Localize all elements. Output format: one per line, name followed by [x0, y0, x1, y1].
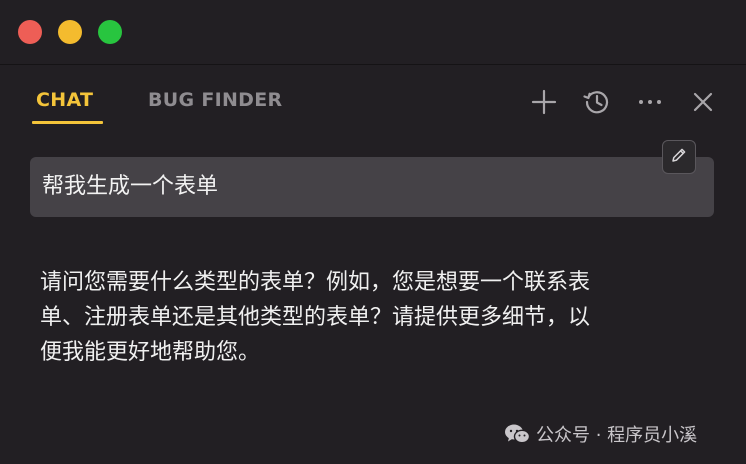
user-message-text: 帮我生成一个表单 — [42, 174, 219, 199]
user-message-box[interactable]: 帮我生成一个表单 — [30, 157, 714, 217]
history-icon[interactable] — [582, 87, 612, 117]
tab-chat[interactable]: CHAT — [36, 89, 93, 111]
tab-bar: CHAT BUG FINDER — [0, 65, 746, 127]
assistant-response: 请问您需要什么类型的表单？例如，您是想要一个联系表 单、注册表单还是其他类型的表… — [40, 265, 712, 370]
edit-message-button[interactable] — [662, 140, 696, 174]
tab-bug-finder[interactable]: BUG FINDER — [148, 89, 282, 111]
window-maximize-button[interactable] — [98, 20, 122, 44]
pencil-icon — [669, 145, 689, 169]
more-icon[interactable] — [635, 87, 665, 117]
window-minimize-button[interactable] — [58, 20, 82, 44]
response-line: 单、注册表单还是其他类型的表单？请提供更多细节，以 — [40, 305, 591, 330]
response-line: 请问您需要什么类型的表单？例如，您是想要一个联系表 — [40, 270, 591, 295]
active-tab-indicator — [32, 121, 103, 124]
app-window: CHAT BUG FINDER 帮我生成一个表单 请问您需要什么类型的表单？例如… — [0, 0, 746, 464]
close-icon[interactable] — [688, 87, 718, 117]
title-bar — [0, 0, 746, 65]
watermark-text: 公众号 · 程序员小溪 — [536, 425, 698, 446]
watermark: 公众号 · 程序员小溪 — [504, 420, 697, 448]
wechat-icon — [504, 423, 530, 445]
window-close-button[interactable] — [18, 20, 42, 44]
response-line: 便我能更好地帮助您。 — [40, 340, 261, 365]
plus-icon[interactable] — [529, 87, 559, 117]
